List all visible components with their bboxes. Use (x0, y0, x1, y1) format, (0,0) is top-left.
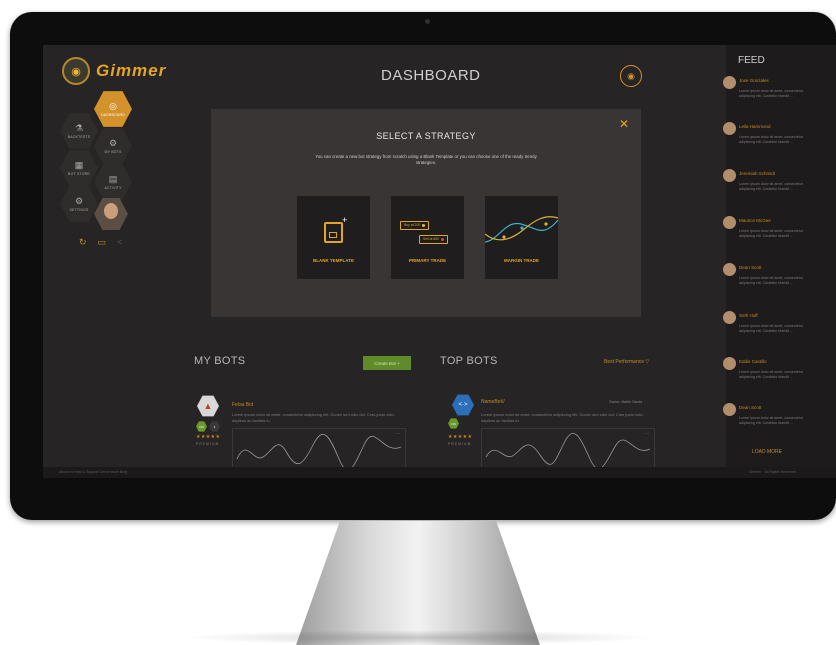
top-bot-avatar[interactable]: <·> (452, 394, 474, 416)
feed-avatar (723, 357, 736, 370)
buy-dot-icon (422, 223, 426, 227)
logo-text: Gimmer (96, 61, 167, 80)
sell-dot-icon (441, 237, 445, 241)
code-icon: <·> (458, 402, 468, 408)
logo[interactable]: ◉ Gimmer (62, 57, 166, 85)
nav-activity[interactable]: ▤ ACTIVITY (94, 164, 132, 200)
sell-tag: Sell at 600 (419, 235, 449, 244)
blank-template-card[interactable]: + BLANK TEMPLATE (297, 196, 370, 279)
feed-item[interactable]: Seth Huff Lorem ipsum dolor sit amet, co… (723, 311, 836, 357)
settings-circle-button[interactable]: ◉ (620, 65, 642, 87)
primary-trade-card[interactable]: Buy at 200 Sell at 600 PRIMARY TRADE (391, 196, 464, 279)
rating-stars: ★★★★★ (196, 434, 221, 440)
my-bots-title: MY BOTS (194, 355, 246, 367)
feed-item[interactable]: Maurice McGee Lorem ipsum dolor sit amet… (723, 216, 836, 262)
store-icon: ▦ (74, 159, 84, 170)
chat-icon[interactable]: ▭ (98, 237, 107, 248)
feed-avatar (723, 216, 736, 229)
app-screen: ◉ Gimmer ◎ DASHBOARD ⚗ BACKTESTS ⚙ MY BO… (43, 45, 836, 478)
feed-item[interactable]: Dean Scott Lorem ipsum dolor sit amet, c… (723, 263, 836, 309)
feed-avatar (723, 169, 736, 182)
strategy-modal: ✕ SELECT A STRATEGY You can create a new… (211, 109, 641, 317)
margin-chart-icon (485, 216, 558, 243)
top-rating-stars: ★★★★★ (448, 434, 473, 440)
close-icon[interactable]: ✕ (619, 117, 629, 131)
top-bot-name[interactable]: NameBot// (481, 399, 505, 405)
feed-item[interactable]: Leila Hammond Lorem ipsum dolor sit amet… (723, 122, 836, 168)
plus-icon: + (397, 360, 400, 366)
feed-avatar (723, 76, 736, 89)
monitor-stand (296, 521, 540, 645)
premium-badge: PREMIUM (196, 442, 220, 446)
share-icon[interactable]: < (117, 237, 122, 248)
sidebar-actions: ↻ ▭ < (79, 237, 122, 248)
create-bot-button[interactable]: Create Bot + (363, 356, 411, 370)
footer-links[interactable]: About us Help & Support Get in touch Blo… (59, 470, 127, 474)
best-performance-filter[interactable]: Best Performance ▽ (604, 359, 649, 365)
bot-level-hex: 3 (209, 421, 220, 432)
feed-panel: FEED Jose Gonzales Lorem ipsum dolor sit… (723, 45, 836, 478)
stand-shadow (180, 630, 656, 645)
nav-dashboard[interactable]: ◎ DASHBOARD (94, 91, 132, 127)
modal-description: You can create a new bot strategy from s… (315, 154, 537, 165)
feed-item[interactable]: Eddie Castillo Lorem ipsum dolor sit ame… (723, 357, 836, 403)
plus-icon: + (342, 215, 348, 225)
target-icon: ◉ (627, 70, 635, 81)
more-options-icon: ⋯ (395, 431, 400, 437)
filter-icon: ▽ (645, 359, 650, 365)
margin-trade-card[interactable]: MARGIN TRADE (485, 196, 558, 279)
bot-name[interactable]: Felsa Bot (232, 402, 253, 408)
feed-item[interactable]: Jeremiah Schmidt Lorem ipsum dolor sit a… (723, 169, 836, 215)
nav-backtests[interactable]: ⚗ BACKTESTS (60, 113, 98, 149)
bot-status-hex: ON (196, 421, 207, 432)
camera-dot (425, 19, 430, 24)
nav-bot-store[interactable]: ▦ BOT STORE (60, 150, 98, 186)
bot-avatar[interactable]: ▲ (197, 395, 219, 417)
triangle-logo-icon: ▲ (203, 401, 213, 411)
feed-avatar (723, 263, 736, 276)
top-bot-performance-chart: ⋯ (481, 428, 655, 470)
bot-performance-chart: ⋯ (232, 428, 406, 470)
load-more-button[interactable]: LOAD MORE (752, 449, 782, 455)
robot-logo-icon: ◉ (62, 57, 90, 85)
page-title: DASHBOARD (381, 67, 481, 84)
top-premium-badge: PREMIUM (448, 442, 472, 446)
top-bot-status-hex: ON (448, 418, 459, 429)
top-more-options-icon: ⋯ (644, 431, 649, 437)
footer-copyright: Gimmer · All Rights Reserved (748, 470, 796, 474)
feed-item[interactable]: Jose Gonzales Lorem ipsum dolor sit amet… (723, 76, 836, 122)
modal-title: SELECT A STRATEGY (376, 131, 476, 141)
top-bot-owner: Owner: Martin Garcia (609, 400, 643, 404)
dashboard-icon: ◎ (109, 100, 117, 111)
feed-avatar (723, 311, 736, 324)
footer-bar: About us Help & Support Get in touch Blo… (43, 467, 836, 478)
feed-avatar (723, 122, 736, 135)
top-bots-title: TOP BOTS (440, 355, 498, 367)
user-avatar[interactable] (94, 198, 128, 230)
buy-tag: Buy at 200 (400, 221, 430, 230)
bot-description: Lorem ipsum dolor sit amet, consectetur … (232, 412, 395, 423)
top-bot-description: Lorem ipsum dolor sit amet, consectetur … (481, 412, 644, 423)
feed-avatar (723, 403, 736, 416)
bot-icon: ⚙ (108, 137, 118, 148)
feed-item[interactable]: Dean Scott Lorem ipsum dolor sit amet, c… (723, 403, 836, 449)
document-icon (324, 222, 343, 243)
refresh-icon[interactable]: ↻ (79, 237, 87, 248)
nav-settings[interactable]: ⚙ SETTINGS (60, 186, 98, 222)
flask-icon: ⚗ (74, 122, 84, 133)
settings-icon: ⚙ (74, 195, 84, 206)
activity-icon: ▤ (108, 173, 118, 184)
feed-title: FEED (738, 55, 765, 66)
nav-my-bots[interactable]: ⚙ MY BOTS (94, 128, 132, 164)
